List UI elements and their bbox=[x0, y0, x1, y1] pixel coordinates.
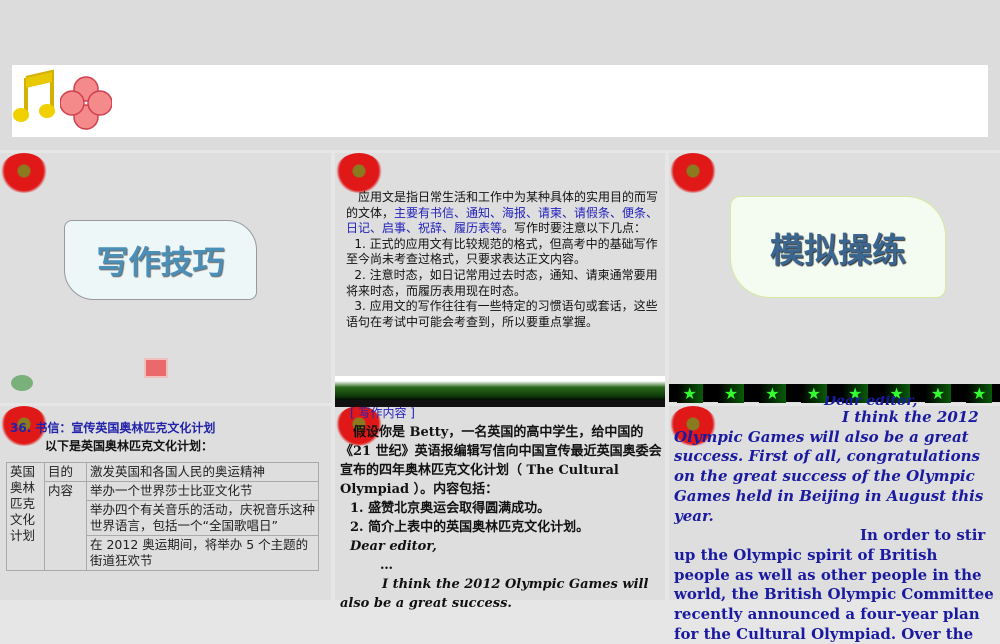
greeting: Dear editor, bbox=[824, 396, 918, 408]
slide2-text: 应用文是指日常生活和工作中为某种具体的实用目的而写的文体，主要有书信、通知、海报… bbox=[346, 190, 662, 330]
point: 1. 盛赞北京奥运会取得圆满成功。 bbox=[350, 501, 551, 516]
plan-cell: 英国奥林匹克文化计划 bbox=[6, 462, 45, 571]
logo-badge-icon bbox=[144, 358, 168, 378]
slide4-subtitle: 以下是英国奥林匹克文化计划： bbox=[45, 439, 214, 453]
slide5-text: [ 写作内容 ] 假设你是 Betty，一名英国的高中学生，给中国的《21 世纪… bbox=[340, 404, 662, 613]
purpose-cell: 激发英国和各国人民的奥运精神 bbox=[86, 462, 319, 482]
point: 1. 正式的应用文有比较规范的格式，但高考中的基础写作至今尚未考查过格式，只要求… bbox=[346, 236, 658, 267]
paragraph: In order to stir up the Olympic spirit o… bbox=[674, 526, 994, 643]
point: 3. 应用文的写作往往有一些特定的习惯语句或套话，这些语句在考试中可能会考查到，… bbox=[346, 299, 658, 329]
flower-icon bbox=[335, 153, 383, 193]
flower-icon bbox=[0, 153, 48, 193]
task-body: 假设你是 Betty，一名英国的高中学生，给中国的《21 世纪》英语报编辑写信向… bbox=[340, 425, 662, 497]
point: 2. 简介上表中的英国奥林匹克文化计划。 bbox=[350, 520, 590, 535]
plan-table: 英国奥林匹克文化计划 目的 激发英国和各国人民的奥运精神 内容 举办一个世界莎士比亚文… bbox=[6, 462, 319, 571]
site-logo-icon bbox=[11, 375, 33, 391]
section-heading: [ 写作内容 ] bbox=[350, 406, 415, 420]
flower-icon bbox=[669, 153, 717, 193]
purpose-label: 目的 bbox=[44, 462, 87, 482]
greeting: Dear editor, bbox=[350, 539, 437, 554]
content-item: 举办一个世界莎士比亚文化节 bbox=[86, 481, 319, 501]
slide3-title: 模拟操练 bbox=[730, 196, 946, 298]
content-item: 在 2012 奥运期间，将举办 5 个主题的街道狂欢节 bbox=[86, 535, 319, 571]
slide-title-area bbox=[12, 65, 988, 137]
content-item: 举办四个有关音乐的活动，庆祝音乐这种世界语言，包括一个“全国歌唱日” bbox=[86, 500, 319, 536]
music-note-icon bbox=[13, 69, 55, 122]
sentence: I think the 2012 Olympic Games will also… bbox=[340, 577, 649, 611]
forest-footer-decoration bbox=[335, 376, 665, 401]
point: 2. 注意时态，如日记常用过去时态，通知、请柬通常要用将来时态，而履历表用现在时… bbox=[346, 267, 658, 298]
slide1-title: 写作技巧 bbox=[64, 220, 257, 300]
slide4-title: 36. 书信：宣传英国奥林匹克文化计划 bbox=[10, 421, 216, 435]
paragraph: I think the 2012 Olympic Games will also… bbox=[674, 408, 984, 525]
clover-icon bbox=[60, 76, 112, 130]
rest-text: 。写作时要注意以下几点： bbox=[502, 221, 647, 236]
slide6-text: Dear editor, I think the 2012 Olympic Ga… bbox=[674, 396, 996, 644]
slide-thumbnail-top[interactable] bbox=[0, 0, 1000, 150]
ellipsis: … bbox=[380, 558, 393, 573]
content-label: 内容 bbox=[44, 481, 87, 571]
